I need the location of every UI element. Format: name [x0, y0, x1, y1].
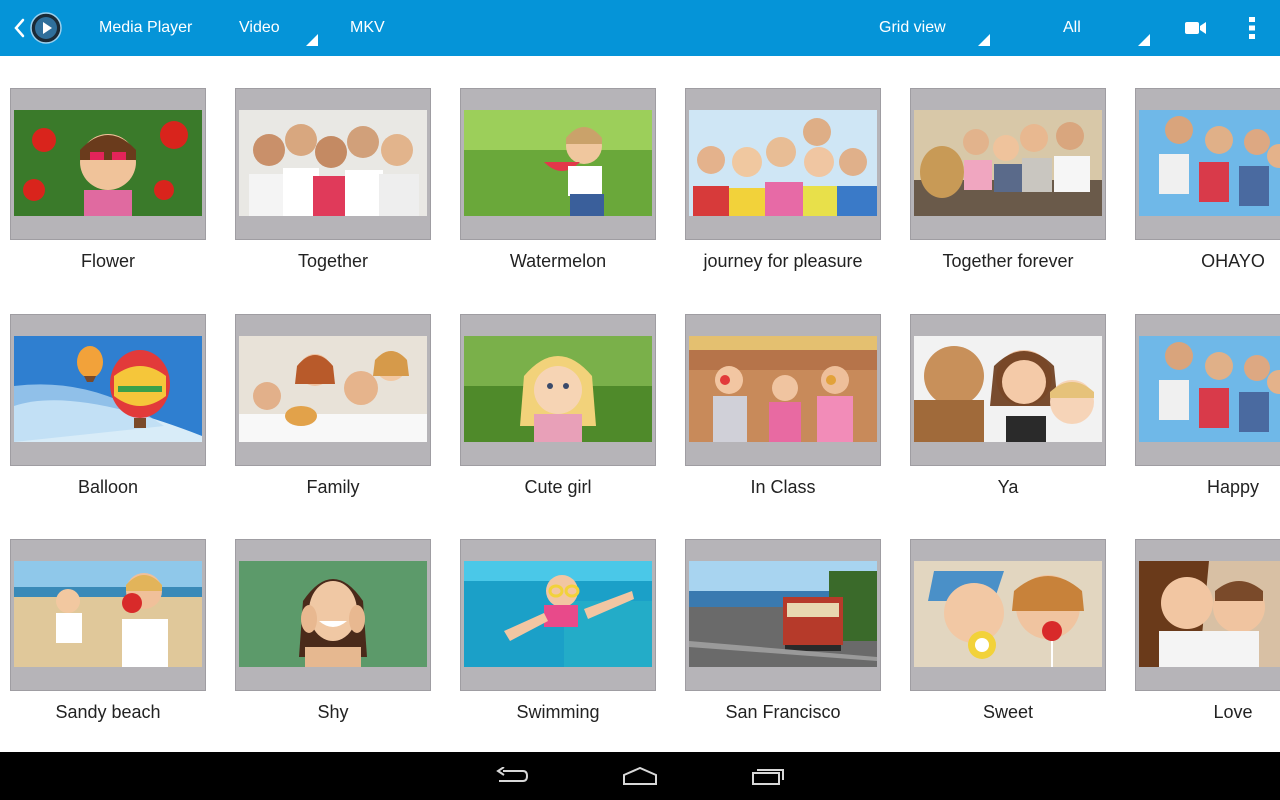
nav-back-button[interactable]	[480, 752, 544, 800]
video-title: Watermelon	[509, 251, 607, 271]
video-tile[interactable]: Sandy beach	[10, 539, 206, 723]
thumbnail-frame	[685, 539, 881, 691]
video-title: Love	[1213, 702, 1253, 722]
home-icon	[623, 767, 657, 785]
thumbnail-frame	[10, 539, 206, 691]
video-camera-button[interactable]	[1178, 0, 1214, 56]
play-circle-icon	[30, 12, 62, 44]
video-title: Sweet	[982, 702, 1034, 722]
video-thumbnail	[464, 110, 652, 216]
video-thumbnail	[1139, 561, 1280, 667]
thumbnail-frame	[235, 314, 431, 466]
video-tile[interactable]: Sweet	[910, 539, 1106, 723]
video-title: Happy	[1206, 477, 1260, 497]
video-tile[interactable]: Together	[235, 88, 431, 272]
video-title: Sandy beach	[55, 702, 161, 722]
system-navigation-bar	[0, 752, 1280, 800]
recent-apps-icon	[752, 769, 784, 785]
video-thumbnail	[14, 336, 202, 442]
thumbnail-frame	[460, 314, 656, 466]
video-thumbnail	[464, 336, 652, 442]
video-thumbnail	[914, 110, 1102, 216]
thumbnail-frame	[235, 88, 431, 240]
thumbnail-frame	[1135, 539, 1280, 691]
thumbnail-frame	[685, 314, 881, 466]
video-tile[interactable]: San Francisco	[685, 539, 881, 723]
video-thumbnail	[689, 561, 877, 667]
thumbnail-frame	[1135, 314, 1280, 466]
video-title: Ya	[997, 477, 1019, 497]
video-title: Family	[306, 477, 360, 497]
video-title: In Class	[750, 477, 816, 497]
video-title: Together forever	[942, 251, 1074, 271]
thumbnail-frame	[910, 539, 1106, 691]
video-tile[interactable]: Together forever	[910, 88, 1106, 272]
thumbnail-frame	[10, 88, 206, 240]
thumbnail-frame	[460, 88, 656, 240]
video-tile[interactable]: Flower	[10, 88, 206, 272]
format-label[interactable]: MKV	[350, 0, 385, 56]
more-vertical-icon	[1249, 17, 1255, 39]
video-thumbnail	[1139, 110, 1280, 216]
video-title: Shy	[317, 702, 349, 722]
video-tile[interactable]: Love	[1135, 539, 1280, 723]
thumbnail-frame	[460, 539, 656, 691]
video-thumbnail	[14, 561, 202, 667]
video-title: Together	[297, 251, 369, 271]
video-title: Cute girl	[524, 477, 592, 497]
view-mode-spinner[interactable]: Grid view	[879, 0, 946, 56]
video-thumbnail	[14, 110, 202, 216]
back-arrow-icon	[496, 767, 529, 782]
action-bar: Media Player Video MKV Grid view All	[0, 0, 1280, 56]
video-thumbnail	[914, 336, 1102, 442]
video-tile[interactable]: OHAYO	[1135, 88, 1280, 272]
video-tile[interactable]: journey for pleasure	[685, 88, 881, 272]
view-mode-spinner-indicator	[978, 34, 990, 46]
video-thumbnail	[914, 561, 1102, 667]
chevron-left-icon	[14, 18, 25, 38]
video-grid[interactable]: Flower Together Watermelon journey for p…	[0, 56, 1280, 752]
video-thumbnail	[239, 336, 427, 442]
video-tile[interactable]: Watermelon	[460, 88, 656, 272]
category-spinner-indicator	[306, 34, 318, 46]
thumbnail-frame	[910, 88, 1106, 240]
category-spinner[interactable]: Video	[239, 0, 280, 56]
video-title: Swimming	[516, 702, 600, 722]
video-tile[interactable]: Shy	[235, 539, 431, 723]
video-title: OHAYO	[1201, 251, 1265, 271]
video-tile[interactable]: In Class	[685, 314, 881, 498]
video-thumbnail	[239, 561, 427, 667]
video-title: journey for pleasure	[703, 251, 863, 271]
video-thumbnail	[689, 336, 877, 442]
up-button[interactable]	[12, 12, 72, 44]
video-camera-icon	[1185, 22, 1206, 34]
video-title: Balloon	[77, 477, 139, 497]
filter-spinner-indicator	[1138, 34, 1150, 46]
video-thumbnail	[239, 110, 427, 216]
thumbnail-frame	[235, 539, 431, 691]
video-tile[interactable]: Cute girl	[460, 314, 656, 498]
video-tile[interactable]: Balloon	[10, 314, 206, 498]
thumbnail-frame	[1135, 88, 1280, 240]
video-thumbnail	[689, 110, 877, 216]
overflow-menu-button[interactable]	[1236, 0, 1268, 56]
video-tile[interactable]: Happy	[1135, 314, 1280, 498]
video-title: San Francisco	[725, 702, 841, 722]
video-thumbnail	[1139, 336, 1280, 442]
thumbnail-frame	[10, 314, 206, 466]
thumbnail-frame	[910, 314, 1106, 466]
nav-recents-button[interactable]	[736, 752, 800, 800]
video-tile[interactable]: Swimming	[460, 539, 656, 723]
thumbnail-frame	[685, 88, 881, 240]
video-thumbnail	[464, 561, 652, 667]
video-tile[interactable]: Family	[235, 314, 431, 498]
nav-home-button[interactable]	[608, 752, 672, 800]
app-title: Media Player	[99, 19, 193, 36]
video-title: Flower	[80, 251, 135, 271]
video-tile[interactable]: Ya	[910, 314, 1106, 498]
filter-spinner[interactable]: All	[1063, 0, 1081, 56]
